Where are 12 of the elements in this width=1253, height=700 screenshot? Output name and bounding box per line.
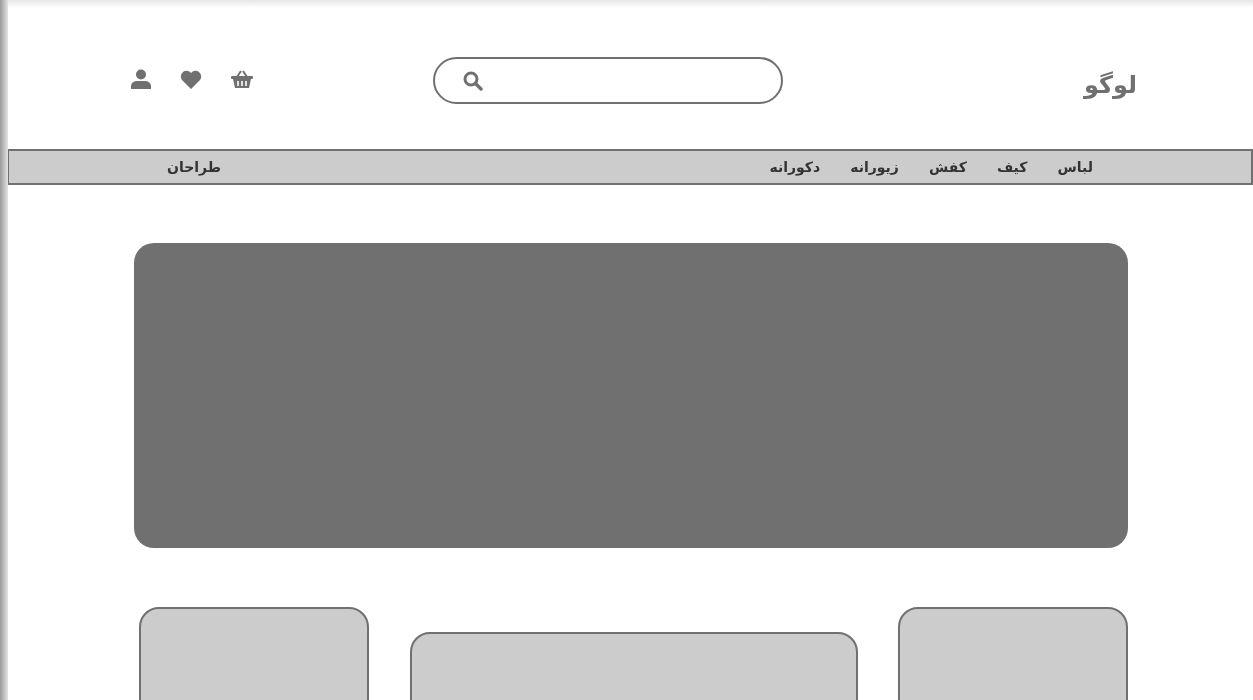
heart-icon[interactable] [180,69,202,89]
nav-link[interactable]: کفش [928,156,967,178]
basket-icon[interactable] [230,69,254,89]
user-icon[interactable] [130,69,152,89]
nav-link[interactable]: طراحان [167,156,221,178]
search-field[interactable] [433,57,783,104]
nav-link[interactable]: زیورانه [850,156,899,178]
logo-text: لوگو [1083,70,1137,101]
nav-link[interactable]: لباس [1057,156,1093,178]
search-icon [463,70,483,91]
nav-link[interactable]: دکورانه [769,156,821,178]
nav-link[interactable]: کیف [996,156,1028,178]
